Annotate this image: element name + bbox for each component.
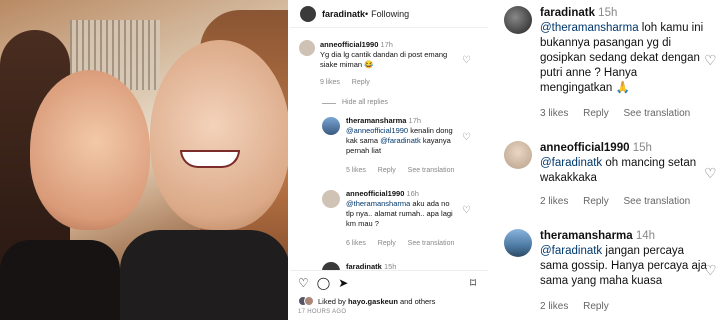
likes-count[interactable]: 5 likes bbox=[346, 167, 366, 174]
liker-avatar bbox=[304, 296, 314, 306]
comment-username[interactable]: anneofficial1990 bbox=[540, 142, 629, 154]
post-photo[interactable] bbox=[0, 0, 288, 320]
bookmark-icon[interactable]: ⌑ bbox=[470, 276, 476, 290]
post-time-ago: 17 HOURS AGO bbox=[298, 309, 347, 315]
comment-text: faradinatk 15h @theramansharma loh kamu … bbox=[540, 6, 710, 96]
heart-icon[interactable]: ♡ bbox=[462, 56, 471, 66]
see-translation[interactable]: See translation bbox=[624, 196, 691, 207]
see-translation[interactable]: See translation bbox=[624, 108, 691, 119]
comment-text: anneofficial1990 16h @theramansharma aku… bbox=[346, 189, 458, 229]
comment-time: 14h bbox=[635, 230, 656, 242]
likes-count[interactable]: 2 likes bbox=[540, 196, 568, 207]
comment-text: anneofficial1990 17h Yg dia lg cantik da… bbox=[320, 40, 460, 70]
following-status[interactable]: Following bbox=[371, 9, 409, 19]
comment-time: 17h bbox=[380, 40, 393, 49]
photo-smile bbox=[180, 150, 240, 168]
comment-meta: 5 likes Reply See translation bbox=[346, 166, 464, 176]
reply-button[interactable]: Reply bbox=[583, 301, 609, 312]
heart-icon[interactable]: ♡ bbox=[462, 133, 471, 143]
photo-person2-face bbox=[150, 40, 288, 230]
mention-link[interactable]: @faradinatk bbox=[540, 157, 602, 169]
liked-by-prefix: Liked by bbox=[318, 296, 346, 306]
header-separator: • bbox=[365, 8, 369, 19]
likes-count[interactable]: 2 likes bbox=[540, 301, 568, 312]
comment-time: 15h bbox=[598, 7, 618, 19]
hide-replies[interactable]: Hide all replies bbox=[322, 98, 398, 108]
avatar[interactable] bbox=[504, 6, 532, 34]
post-actions: ♡ ◯ ➤ bbox=[298, 276, 348, 290]
divider-line bbox=[322, 102, 336, 104]
comment-username[interactable]: theramansharma bbox=[346, 116, 406, 125]
avatar[interactable] bbox=[322, 117, 340, 135]
mention-link[interactable]: @theramansharma bbox=[540, 22, 639, 34]
reply-button[interactable]: Reply bbox=[352, 79, 370, 86]
comment-meta: 2 likes Reply See translation bbox=[540, 196, 702, 207]
author-avatar[interactable] bbox=[300, 5, 316, 22]
liked-by-row: Liked by hayo.gaskeun and others bbox=[298, 296, 435, 306]
photo-person1-shirt bbox=[0, 240, 120, 320]
heart-icon[interactable]: ♡ bbox=[704, 165, 717, 182]
comment-username[interactable]: theramansharma bbox=[540, 230, 633, 242]
comment-meta: 2 likes Reply bbox=[540, 301, 621, 312]
comment-meta: 3 likes Reply See translation bbox=[540, 108, 702, 119]
likes-count[interactable]: 3 likes bbox=[540, 108, 568, 119]
comment-text: theramansharma 17h @anneofficial1990 ken… bbox=[346, 116, 458, 156]
mention-link[interactable]: @faradinatk bbox=[540, 245, 602, 257]
comment-meta: 9 likes Reply bbox=[320, 78, 380, 88]
author-username[interactable]: faradinatk bbox=[322, 9, 365, 19]
comment-username[interactable]: anneofficial1990 bbox=[320, 40, 378, 49]
share-icon[interactable]: ➤ bbox=[338, 276, 348, 290]
reply-button[interactable]: Reply bbox=[583, 196, 609, 207]
avatar[interactable] bbox=[504, 229, 532, 257]
comment-text: anneofficial1990 15h @faradinatk oh manc… bbox=[540, 141, 710, 186]
liked-by-suffix[interactable]: and others bbox=[400, 297, 435, 306]
reply-button[interactable]: Reply bbox=[378, 167, 396, 174]
mention-link[interactable]: @faradinatk bbox=[380, 136, 421, 145]
post-header: faradinatk • Following bbox=[290, 0, 488, 28]
see-translation[interactable]: See translation bbox=[408, 240, 455, 247]
reply-button[interactable]: Reply bbox=[378, 240, 396, 247]
mention-link[interactable]: @theramansharma bbox=[346, 199, 410, 208]
comment-body: Yg dia lg cantik dandan di post emang si… bbox=[320, 50, 448, 69]
comment-time: 16h bbox=[406, 189, 419, 198]
comment-text: theramansharma 14h @faradinatk jangan pe… bbox=[540, 229, 710, 289]
comment-icon[interactable]: ◯ bbox=[317, 276, 330, 290]
comment-username[interactable]: faradinatk bbox=[540, 7, 595, 19]
hide-replies-label[interactable]: Hide all replies bbox=[342, 98, 388, 108]
avatar[interactable] bbox=[322, 190, 340, 208]
comment-meta: 6 likes Reply See translation bbox=[346, 239, 464, 249]
comment-time: 15h bbox=[632, 142, 652, 154]
heart-icon[interactable]: ♡ bbox=[462, 206, 471, 216]
avatar[interactable] bbox=[504, 141, 532, 169]
see-translation[interactable]: See translation bbox=[408, 167, 455, 174]
comment-time: 17h bbox=[408, 116, 422, 125]
photo-person2-shirt bbox=[120, 230, 288, 320]
avatar[interactable] bbox=[299, 40, 315, 56]
like-heart-icon[interactable]: ♡ bbox=[298, 276, 309, 290]
mention-link[interactable]: @anneofficial1990 bbox=[346, 126, 408, 135]
liked-by-user[interactable]: hayo.gaskeun bbox=[348, 297, 398, 306]
likes-count[interactable]: 6 likes bbox=[346, 240, 366, 247]
heart-icon[interactable]: ♡ bbox=[704, 52, 717, 69]
comment-username[interactable]: anneofficial1990 bbox=[346, 189, 404, 198]
heart-icon[interactable]: ♡ bbox=[704, 262, 717, 279]
reply-button[interactable]: Reply bbox=[583, 108, 609, 119]
photo-person1-face bbox=[30, 70, 150, 230]
likes-count[interactable]: 9 likes bbox=[320, 79, 340, 86]
